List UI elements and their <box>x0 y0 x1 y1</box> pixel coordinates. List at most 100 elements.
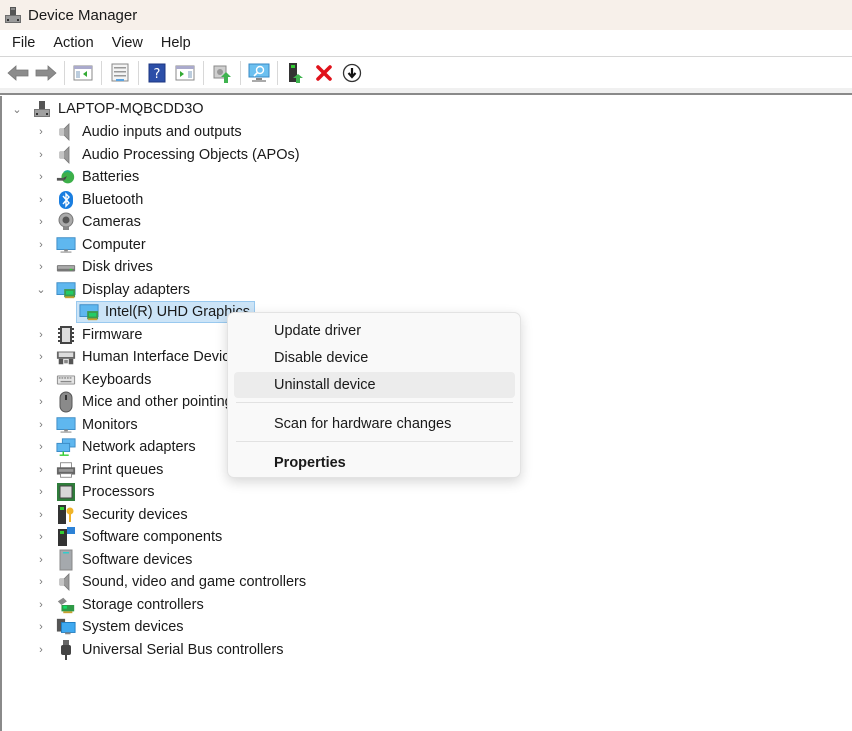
chevron-right-icon[interactable]: › <box>36 644 46 656</box>
bluetooth-icon <box>56 190 76 210</box>
back-button[interactable] <box>6 61 30 85</box>
tree-category[interactable]: › System devices <box>36 616 184 638</box>
context-menu: Update driver Disable device Uninstall d… <box>227 312 521 478</box>
tree-category[interactable]: › Security devices <box>36 504 188 526</box>
speaker-icon <box>56 122 76 142</box>
disable-device-button[interactable] <box>340 61 364 85</box>
tree-category[interactable]: › Processors <box>36 481 155 503</box>
chevron-right-icon[interactable]: › <box>36 149 46 161</box>
toolbar-separator <box>138 60 139 85</box>
chevron-down-icon[interactable]: ⌄ <box>36 284 46 296</box>
menu-separator <box>236 402 513 403</box>
tree-category[interactable]: › Keyboards <box>36 369 151 391</box>
chevron-right-icon[interactable]: › <box>36 441 46 453</box>
show-hide-console-tree-button[interactable] <box>71 61 95 85</box>
tree-category-label: Network adapters <box>82 439 196 455</box>
chevron-right-icon[interactable]: › <box>36 351 46 363</box>
enable-device-icon <box>289 62 303 83</box>
help-icon: ? <box>148 63 166 82</box>
chevron-right-icon[interactable]: › <box>36 216 46 228</box>
tree-category[interactable]: › Cameras <box>36 211 141 233</box>
chevron-right-icon[interactable]: › <box>36 464 46 476</box>
tree-category[interactable]: › Computer <box>36 234 146 256</box>
tree-category[interactable]: › Print queues <box>36 459 163 481</box>
chevron-right-icon[interactable]: › <box>36 374 46 386</box>
tree-category[interactable]: › Software devices <box>36 549 192 571</box>
menu-view[interactable]: View <box>103 30 152 57</box>
chevron-right-icon[interactable]: › <box>36 239 46 251</box>
tree-root-label: LAPTOP-MQBCDD3O <box>58 101 204 117</box>
chevron-right-icon[interactable]: › <box>36 531 46 543</box>
tree-category[interactable]: › Audio inputs and outputs <box>36 121 242 143</box>
processor-icon <box>56 482 76 502</box>
tree-category-label: System devices <box>82 619 184 635</box>
show-action-pane-button[interactable] <box>173 61 197 85</box>
chevron-right-icon[interactable]: › <box>36 329 46 341</box>
tree-category[interactable]: › Storage controllers <box>36 594 204 616</box>
tree-category[interactable]: › Disk drives <box>36 256 153 278</box>
tree-category[interactable]: › Sound, video and game controllers <box>36 571 306 593</box>
chevron-right-icon[interactable]: › <box>36 599 46 611</box>
chevron-right-icon[interactable]: › <box>36 171 46 183</box>
tree-root[interactable]: ⌄ LAPTOP-MQBCDD3O <box>12 98 204 120</box>
forward-button[interactable] <box>34 61 58 85</box>
toolbar-separator <box>101 60 102 85</box>
scan-hardware-button[interactable] <box>247 61 271 85</box>
menu-scan-hardware[interactable]: Scan for hardware changes <box>234 411 515 437</box>
menu-disable-device[interactable]: Disable device <box>234 345 515 371</box>
menu-update-driver[interactable]: Update driver <box>234 318 515 344</box>
tree-category[interactable]: › Firmware <box>36 324 142 346</box>
chevron-right-icon[interactable]: › <box>36 419 46 431</box>
arrow-right-icon <box>35 64 57 81</box>
chip-icon <box>56 325 76 345</box>
chevron-right-icon[interactable]: › <box>36 576 46 588</box>
tree-category-label: Computer <box>82 236 146 253</box>
chevron-right-icon[interactable]: › <box>36 621 46 633</box>
uninstall-device-button[interactable] <box>312 61 336 85</box>
svg-text:?: ? <box>154 67 161 82</box>
tree-category-label: Storage controllers <box>82 596 204 613</box>
help-button[interactable]: ? <box>145 61 169 85</box>
display-adapter-icon <box>79 302 99 322</box>
tree-category-label: Processors <box>82 484 155 500</box>
tree-category[interactable]: › Bluetooth <box>36 189 143 211</box>
menu-help[interactable]: Help <box>152 30 200 57</box>
chevron-right-icon[interactable]: › <box>36 486 46 498</box>
security-key-icon <box>56 504 76 525</box>
chevron-right-icon[interactable]: › <box>36 509 46 521</box>
tree-category[interactable]: › Batteries <box>36 166 139 188</box>
tree-category-label: Monitors <box>82 416 138 433</box>
chevron-right-icon[interactable]: › <box>36 261 46 273</box>
tree-category-label: Display adapters <box>82 281 190 298</box>
chevron-right-icon[interactable]: › <box>36 126 46 138</box>
chevron-right-icon[interactable]: › <box>36 554 46 566</box>
properties-button[interactable] <box>108 61 132 85</box>
tree-category[interactable]: › Software components <box>36 526 222 548</box>
tree-category[interactable]: › Universal Serial Bus controllers <box>36 639 283 661</box>
tree-category[interactable]: › Monitors <box>36 414 138 436</box>
tree-category[interactable]: › Audio Processing Objects (APOs) <box>36 144 300 166</box>
menu-properties[interactable]: Properties <box>234 450 515 476</box>
window-title: Device Manager <box>28 6 138 24</box>
hid-icon <box>56 347 76 367</box>
tree-category[interactable]: ⌄ Display adapters <box>36 279 190 301</box>
enable-device-button[interactable] <box>284 61 308 85</box>
tree-category-label: Print queues <box>82 461 164 478</box>
update-driver-button[interactable] <box>210 61 234 85</box>
menu-file[interactable]: File <box>0 30 44 57</box>
usb-icon <box>56 639 76 660</box>
tree-category-label: Software devices <box>82 551 193 568</box>
tree-category[interactable]: › Network adapters <box>36 436 196 458</box>
tree-category-label: Firmware <box>82 326 143 343</box>
red-x-icon <box>316 64 332 81</box>
chevron-right-icon[interactable]: › <box>36 396 46 408</box>
chevron-right-icon[interactable]: › <box>36 194 46 206</box>
tree-category[interactable]: › Human Interface Devices <box>36 346 245 368</box>
toolbar-separator <box>240 60 241 85</box>
chevron-down-icon[interactable]: ⌄ <box>12 104 22 116</box>
menu-separator <box>236 441 513 442</box>
properties-sheet-icon <box>111 63 129 81</box>
menu-action[interactable]: Action <box>44 30 102 57</box>
computer-tower-icon <box>32 99 52 119</box>
menu-uninstall-device[interactable]: Uninstall device <box>234 372 515 398</box>
